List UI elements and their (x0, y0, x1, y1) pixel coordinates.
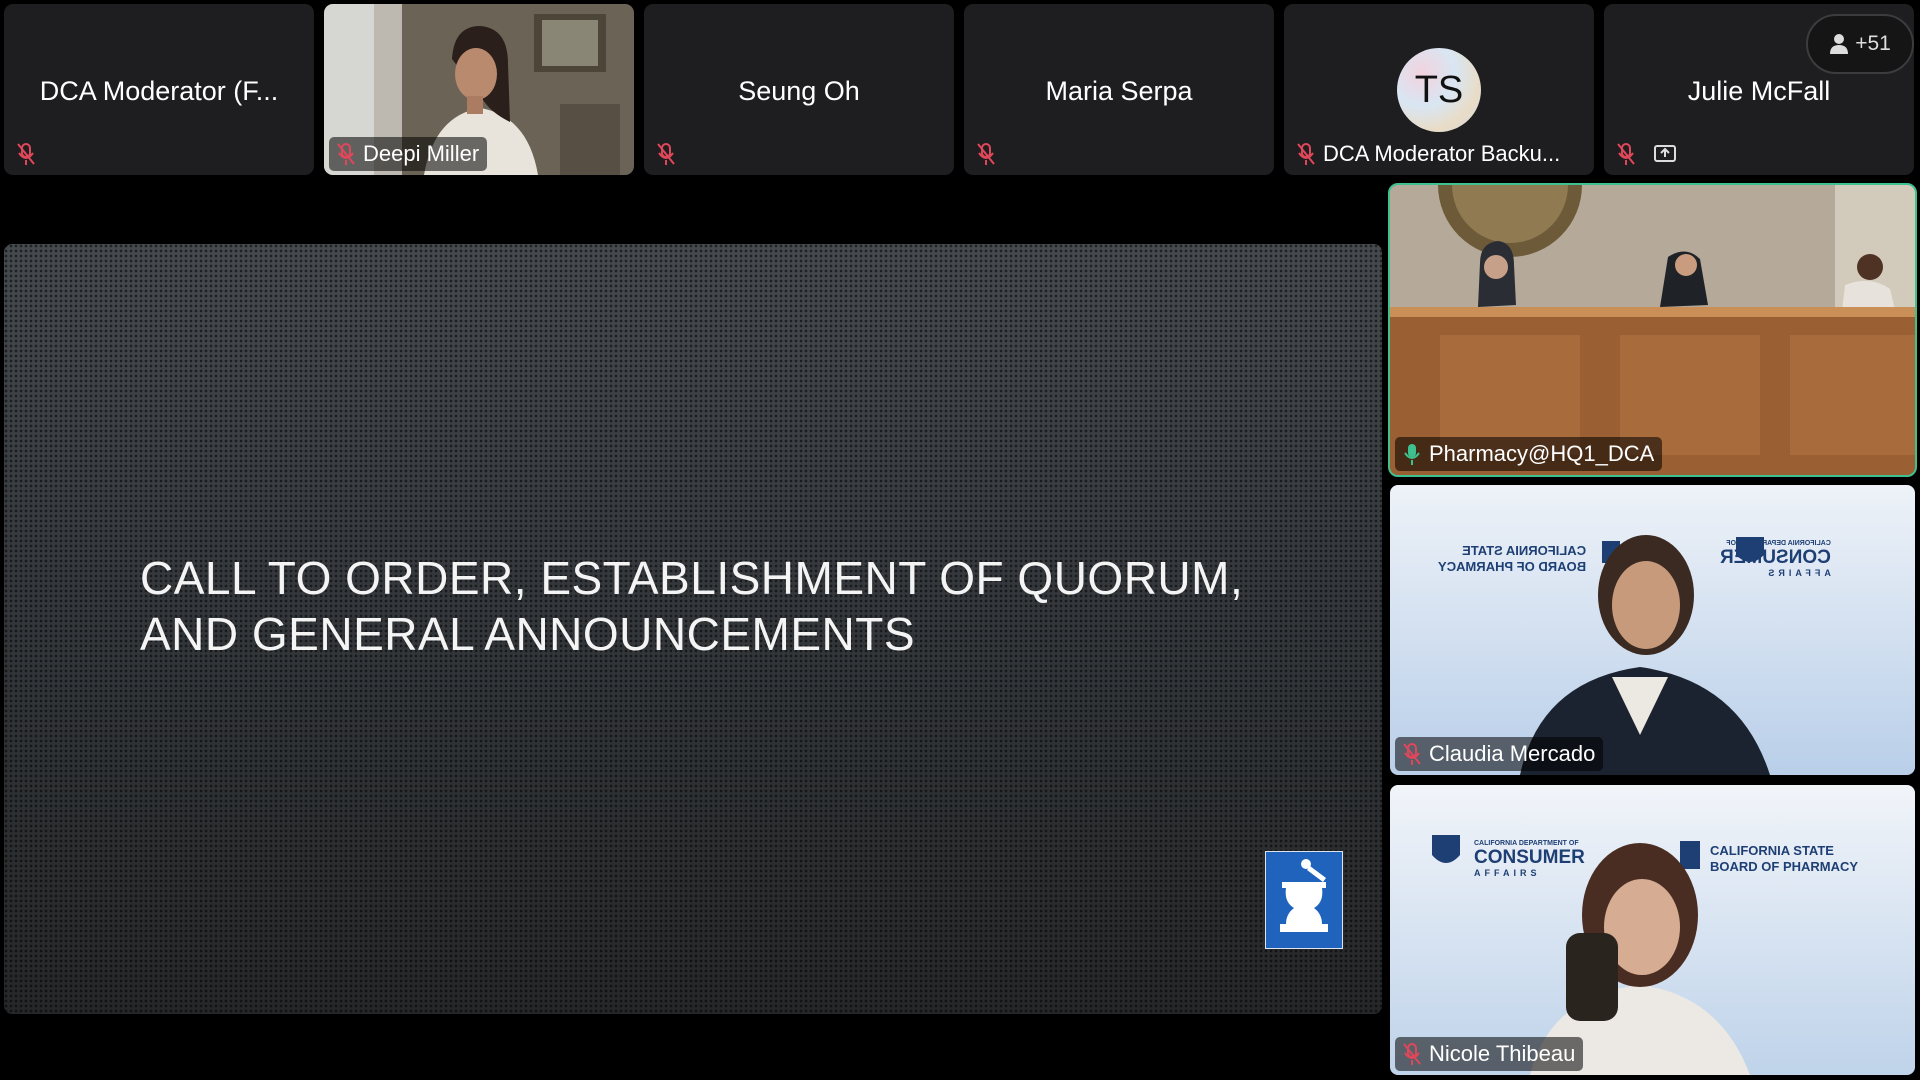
backdrop-text: CONSUMER (1474, 847, 1585, 868)
mic-muted-icon (337, 143, 355, 165)
participant-name: Maria Serpa (1045, 76, 1193, 106)
participant-name: Claudia Mercado (1429, 741, 1596, 766)
backdrop-text: CALIFORNIA STATE (1710, 843, 1834, 858)
participant-video (1390, 785, 1915, 1075)
participant-name: Nicole Thibeau (1429, 1041, 1576, 1066)
participant-tile-deepi-miller[interactable]: Deepi Miller (324, 4, 634, 175)
video-tile-claudia-mercado[interactable]: CALIFORNIA STATE BOARD OF PHARMACY CALIF… (1390, 485, 1915, 775)
mic-icon (1404, 444, 1420, 465)
participant-name: Seung Oh (738, 76, 860, 106)
mic-muted-icon (1403, 743, 1421, 765)
participant-tile-dca-moderator-backup[interactable]: TS DCA Moderator Backu... (1284, 4, 1594, 175)
participant-name: Deepi Miller (363, 141, 480, 166)
participant-name: DCA Moderator (F... (39, 76, 279, 106)
mic-muted-icon (1617, 143, 1635, 165)
screen-share-icon (1654, 145, 1676, 162)
mic-muted-icon (1403, 1043, 1421, 1065)
slide-title-line: AND GENERAL ANNOUNCEMENTS (140, 608, 916, 660)
participant-status (9, 137, 45, 171)
slide-title: CALL TO ORDER, ESTABLISHMENT OF QUORUM, … (140, 550, 1290, 662)
participant-name: Julie McFall (1687, 76, 1831, 106)
people-icon (1830, 34, 1849, 54)
backdrop-board-mirrored: CALIFORNIA STATE BOARD OF PHARMACY (1438, 543, 1586, 575)
mic-muted-icon (657, 143, 675, 165)
participants-overflow-button[interactable]: +51 (1806, 14, 1914, 74)
slide-title-line: CALL TO ORDER, ESTABLISHMENT OF QUORUM, (140, 552, 1244, 604)
mortar-pestle-icon (1280, 859, 1328, 932)
backdrop-text: AFFAIRS (1474, 868, 1541, 878)
participant-tile-maria-serpa[interactable]: Maria Serpa (964, 4, 1274, 175)
participant-status (1609, 137, 1685, 171)
participant-tile-seung-oh[interactable]: Seung Oh (644, 4, 954, 175)
mortar-pestle-logo (1265, 851, 1343, 949)
backdrop-text: BOARD OF PHARMACY (1710, 859, 1859, 874)
backdrop-text: CALIFORNIA STATE (1462, 543, 1587, 558)
shared-screen: CALL TO ORDER, ESTABLISHMENT OF QUORUM, … (4, 244, 1382, 1014)
backdrop-text: CONSUMER (1720, 547, 1831, 568)
avatar: TS (1397, 48, 1481, 132)
video-tile-nicole-thibeau[interactable]: CALIFORNIA DEPARTMENT OF CONSUMER AFFAIR… (1390, 785, 1915, 1075)
mic-muted-icon (977, 143, 995, 165)
participant-status (969, 137, 1005, 171)
participant-label: Nicole Thibeau (1395, 1037, 1584, 1071)
backdrop-text: BOARD OF PHARMACY (1438, 559, 1587, 574)
backdrop-text: AFFAIRS (1764, 568, 1831, 578)
participant-tile-dca-moderator[interactable]: DCA Moderator (F... (4, 4, 314, 175)
backdrop-dca-mirrored: CALIFORNIA DEPARTMENT OF CONSUMER AFFAIR… (1720, 539, 1831, 579)
participant-video (1390, 185, 1915, 475)
avatar-initials: TS (1414, 68, 1464, 111)
mic-muted-icon (17, 143, 35, 165)
participant-label: DCA Moderator Backu... (1289, 137, 1568, 171)
video-tile-pharmacy-hq1[interactable]: Pharmacy@HQ1_DCA (1388, 183, 1917, 477)
participant-video (1390, 485, 1915, 775)
backdrop-board: CALIFORNIA STATE BOARD OF PHARMACY (1710, 843, 1858, 875)
participant-name: Pharmacy@HQ1_DCA (1429, 441, 1655, 466)
participant-status (649, 137, 685, 171)
overflow-count: +51 (1855, 32, 1891, 55)
participant-name: DCA Moderator Backu... (1323, 141, 1561, 166)
participant-label: Claudia Mercado (1395, 737, 1604, 771)
mic-muted-icon (1297, 143, 1315, 165)
participant-label: Deepi Miller (329, 137, 488, 171)
backdrop-dca: CALIFORNIA DEPARTMENT OF CONSUMER AFFAIR… (1474, 839, 1585, 879)
participant-label: Pharmacy@HQ1_DCA (1395, 437, 1663, 471)
